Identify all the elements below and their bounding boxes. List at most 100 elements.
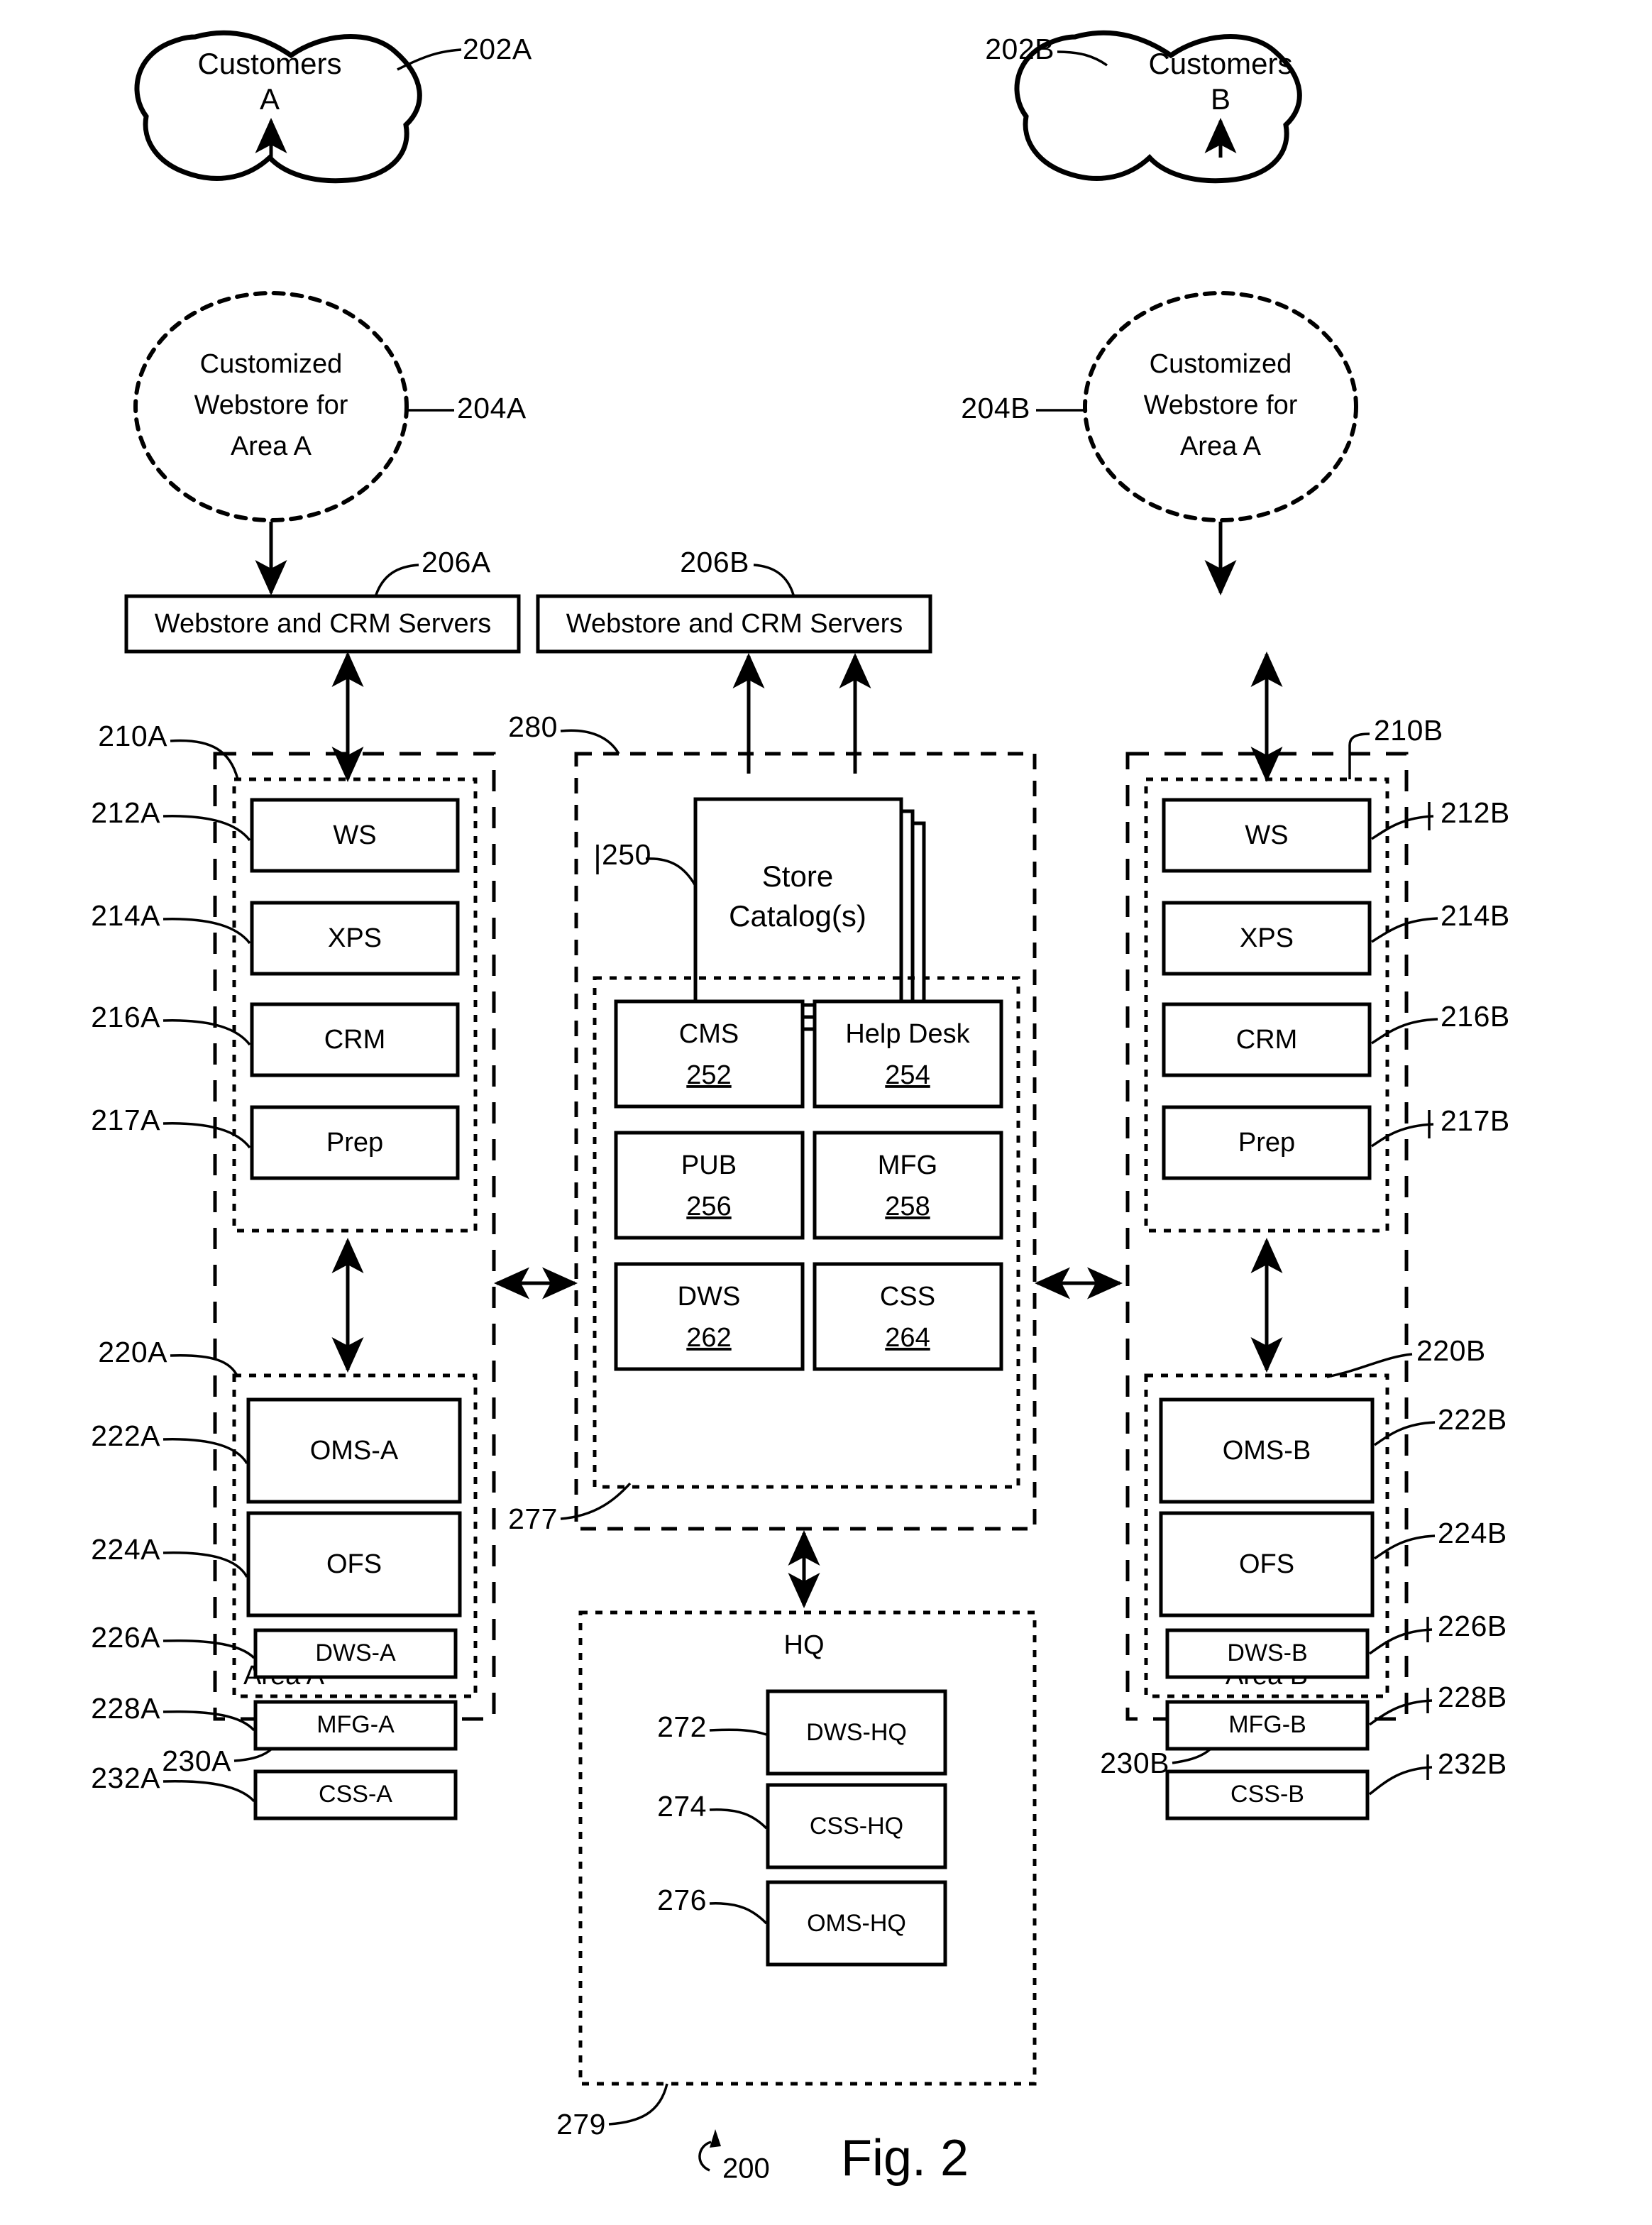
label-mfg-b: MFG-B xyxy=(1228,1711,1306,1738)
center-service-boxes: CMS 252 Help Desk 254 PUB 256 MFG 258 DW… xyxy=(614,999,1003,1371)
ref-232a: 232A xyxy=(91,1762,160,1794)
ref-202b: 202B xyxy=(985,33,1054,65)
label-cms: CMS xyxy=(679,1019,739,1049)
ref-217b: 217B xyxy=(1441,1104,1510,1137)
ref-212b: 212B xyxy=(1441,796,1510,829)
ref-258: 258 xyxy=(885,1192,930,1221)
customers-b-line2: B xyxy=(1211,82,1230,116)
leader-220a xyxy=(170,1354,239,1378)
ref-224b: 224B xyxy=(1438,1517,1507,1549)
ref-279: 279 xyxy=(556,2108,606,2141)
ref-222a: 222A xyxy=(91,1419,160,1452)
ref-250: 250 xyxy=(602,838,651,871)
area-b-back-items: OMS-B 222B OFS 224B DWS-B 226B MFG-B 228… xyxy=(1159,1397,1507,1820)
ref-228b: 228B xyxy=(1438,1681,1507,1713)
ref-212a: 212A xyxy=(91,796,160,829)
leader-279 xyxy=(608,2083,668,2126)
label-oms-b: OMS-B xyxy=(1223,1436,1311,1466)
leader-217a xyxy=(163,1122,251,1149)
ref-256: 256 xyxy=(686,1192,731,1221)
ref-204b: 204B xyxy=(961,392,1030,424)
webstore-b-line1: Customized xyxy=(1150,349,1292,379)
figure-caption: Fig. 2 xyxy=(841,2130,969,2187)
ref-206b: 206B xyxy=(680,546,749,578)
leader-214a xyxy=(163,918,251,945)
ref-202a: 202A xyxy=(463,33,532,65)
ref-216b: 216B xyxy=(1441,1000,1510,1033)
leader-276 xyxy=(709,1902,768,1925)
label-crm-b: CRM xyxy=(1236,1025,1298,1055)
ref-220b: 220B xyxy=(1416,1334,1486,1367)
label-ofs-b: OFS xyxy=(1239,1549,1294,1579)
ref-226a: 226A xyxy=(91,1621,160,1654)
label-dws-a: DWS-A xyxy=(315,1639,396,1666)
label-pub: PUB xyxy=(681,1150,737,1180)
area-a-front-items: WS 212A XPS 214A CRM 216A Prep 217A xyxy=(91,796,460,1180)
box-help-desk[interactable] xyxy=(813,999,1003,1109)
patent-figure-2: Customers A 202A Customers B 202B Custom… xyxy=(0,0,1652,2225)
leader-226a xyxy=(163,1639,255,1659)
hq-title: HQ xyxy=(784,1630,825,1660)
box-pub[interactable] xyxy=(614,1131,805,1240)
label-css-center: CSS xyxy=(880,1282,935,1312)
ref-210b: 210B xyxy=(1374,714,1443,747)
label-dws-center: DWS xyxy=(678,1282,741,1312)
customers-b-cloud: Customers B xyxy=(1014,30,1302,184)
figure-canvas: Customers A 202A Customers B 202B Custom… xyxy=(91,30,1510,2187)
box-dws-center[interactable] xyxy=(614,1262,805,1371)
label-mfg-a: MFG-A xyxy=(316,1711,395,1738)
label-oms-a: OMS-A xyxy=(310,1436,399,1466)
catalog-line1: Store xyxy=(762,859,833,893)
label-mfg-center: MFG xyxy=(878,1150,937,1180)
ref-220a: 220A xyxy=(98,1336,167,1368)
leader-232b xyxy=(1368,1766,1433,1796)
label-prep-a: Prep xyxy=(326,1128,383,1158)
box-cms[interactable] xyxy=(614,999,805,1109)
ref-206a: 206A xyxy=(422,546,491,578)
label-xps-a: XPS xyxy=(328,923,382,953)
customers-a-cloud: Customers A xyxy=(134,30,422,184)
leader-228b xyxy=(1368,1699,1433,1726)
leader-228a xyxy=(163,1710,255,1732)
ref-204a: 204A xyxy=(457,392,527,424)
customized-webstore-b: Customized Webstore for Area A xyxy=(1083,291,1358,522)
label-help-desk: Help Desk xyxy=(845,1019,970,1049)
ref-228a: 228A xyxy=(91,1692,160,1725)
leader-210a xyxy=(170,739,239,780)
customers-a-line2: A xyxy=(260,82,280,116)
leader-274 xyxy=(709,1808,768,1830)
box-mfg-center[interactable] xyxy=(813,1131,1003,1240)
leader-250 xyxy=(645,857,697,886)
ref-264: 264 xyxy=(885,1323,930,1353)
catalog-line2: Catalog(s) xyxy=(729,899,866,933)
ref-222b: 222B xyxy=(1438,1403,1507,1436)
webstore-a-line3: Area A xyxy=(231,432,312,461)
area-a-back-items: OMS-A 222A OFS 224A DWS-A 226A MFG-A 228… xyxy=(91,1397,462,1820)
ref-262: 262 xyxy=(686,1323,731,1353)
box-css-center[interactable] xyxy=(813,1262,1003,1371)
label-dws-hq: DWS-HQ xyxy=(806,1719,907,1746)
ref-277: 277 xyxy=(508,1502,558,1535)
leader-220b xyxy=(1326,1353,1413,1378)
label-ofs-a: OFS xyxy=(326,1549,382,1579)
servers-b-label: Webstore and CRM Servers xyxy=(566,609,903,639)
leader-210b xyxy=(1348,732,1370,779)
ref-216a: 216A xyxy=(91,1001,160,1033)
label-css-a: CSS-A xyxy=(319,1781,392,1808)
leader-200 xyxy=(698,2141,712,2172)
ref-230b: 230B xyxy=(1100,1747,1169,1779)
leader-226b xyxy=(1368,1628,1433,1655)
label-xps-b: XPS xyxy=(1240,923,1294,953)
leader-217b xyxy=(1371,1123,1434,1148)
leader-216a xyxy=(163,1019,251,1046)
leader-280 xyxy=(560,729,620,754)
store-catalogs: Store Catalog(s) xyxy=(693,797,926,1031)
servers-a-label: Webstore and CRM Servers xyxy=(155,609,491,639)
leader-200-arrowhead xyxy=(710,2129,721,2148)
webstore-a-line2: Webstore for xyxy=(194,390,348,420)
ref-272: 272 xyxy=(657,1710,707,1743)
label-css-b: CSS-B xyxy=(1230,1781,1304,1808)
customers-b-line1: Customers xyxy=(1148,47,1292,80)
label-prep-b: Prep xyxy=(1238,1128,1295,1158)
hq-items: DWS-HQ 272 CSS-HQ 274 OMS-HQ 276 xyxy=(657,1689,947,1967)
